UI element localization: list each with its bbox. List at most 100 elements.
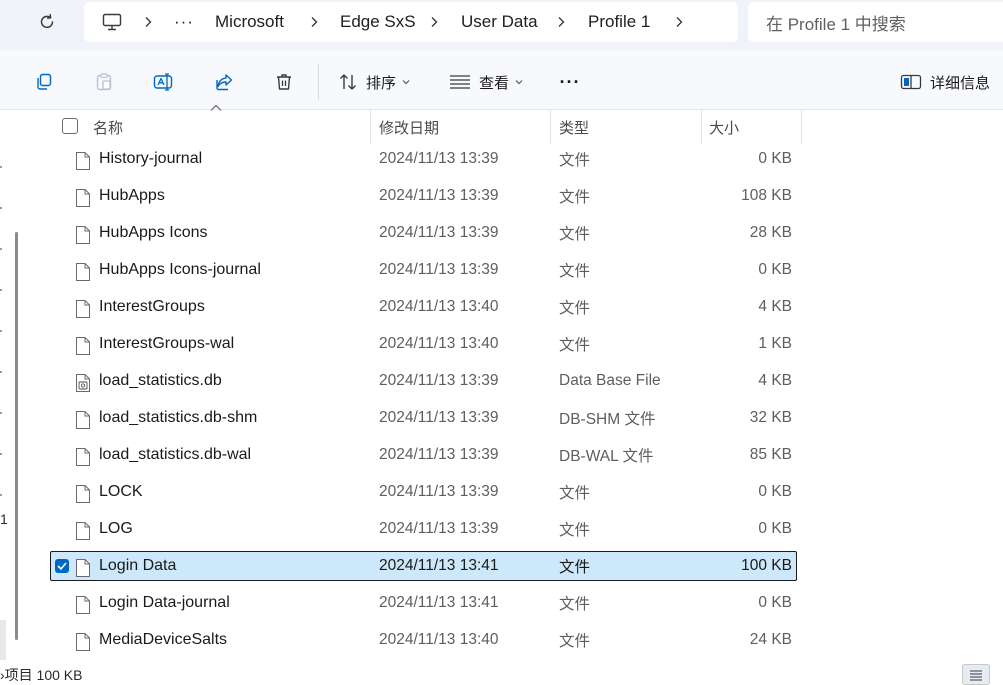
chevron-down-icon xyxy=(402,80,410,85)
file-name[interactable]: History-journal xyxy=(99,140,202,177)
view-button[interactable]: 查看 xyxy=(445,64,539,100)
column-divider[interactable] xyxy=(370,110,371,144)
file-row[interactable]: HubApps Icons-journal 2024/11/13 13:39 文件 0… xyxy=(0,255,1003,292)
file-modified: 2024/11/13 13:39 xyxy=(379,408,499,426)
file-size: 24 KB xyxy=(749,630,792,648)
details-view-icon xyxy=(970,669,982,681)
file-type: DB-SHM 文件 xyxy=(559,410,656,428)
file-row[interactable]: LOG 2024/11/13 13:39 文件 0 KB xyxy=(0,514,1003,551)
file-name[interactable]: load_statistics.db-wal xyxy=(99,436,251,473)
chevron-right-icon[interactable] xyxy=(144,2,152,42)
file-type: 文件 xyxy=(559,521,591,539)
file-size: 100 KB xyxy=(741,556,792,574)
column-modified[interactable]: 修改日期 xyxy=(379,110,539,144)
file-row[interactable]: Login Data-journal 2024/11/13 13:41 文件 0 KB xyxy=(0,588,1003,625)
column-divider[interactable] xyxy=(801,110,802,144)
file-row[interactable]: LOCK 2024/11/13 13:39 文件 0 KB xyxy=(0,477,1003,514)
file-row[interactable]: InterestGroups 2024/11/13 13:40 文件 4 KB xyxy=(0,292,1003,329)
more-options-button[interactable]: ··· xyxy=(553,64,587,100)
file-row[interactable]: InterestGroups-wal 2024/11/13 13:40 文件 1 KB xyxy=(0,329,1003,366)
file-type: 文件 xyxy=(559,225,591,243)
view-label: 查看 xyxy=(479,74,510,92)
details-pane-button[interactable]: 详细信息 xyxy=(900,64,1000,100)
file-type: DB-WAL 文件 xyxy=(559,447,654,465)
sort-icon xyxy=(340,74,356,90)
file-modified: 2024/11/13 13:40 xyxy=(379,334,499,352)
file-row[interactable]: HubApps Icons 2024/11/13 13:39 文件 28 KB xyxy=(0,218,1003,255)
copy-icon xyxy=(37,73,52,90)
file-row[interactable]: MediaDeviceSalts 2024/11/13 13:40 文件 24 KB xyxy=(0,625,1003,662)
file-type: 文件 xyxy=(559,336,591,354)
file-modified: 2024/11/13 13:39 xyxy=(379,445,499,463)
file-name[interactable]: LOG xyxy=(99,510,133,547)
column-type[interactable]: 类型 xyxy=(559,110,689,144)
breadcrumb-microsoft[interactable]: Microsoft xyxy=(215,2,284,42)
file-row[interactable]: Login Data 2024/11/13 13:41 文件 100 KB xyxy=(0,551,1003,588)
sort-button[interactable]: 排序 xyxy=(334,64,428,100)
file-row[interactable]: load_statistics.db 2024/11/13 13:39 Data B… xyxy=(0,366,1003,403)
file-size: 0 KB xyxy=(758,482,792,500)
file-row[interactable]: load_statistics.db-shm 2024/11/13 13:39 DB… xyxy=(0,403,1003,440)
file-name[interactable]: HubApps Icons-journal xyxy=(99,251,261,288)
file-modified: 2024/11/13 13:41 xyxy=(379,593,499,611)
file-modified: 2024/11/13 13:39 xyxy=(379,260,499,278)
refresh-button[interactable] xyxy=(30,6,64,38)
share-button[interactable] xyxy=(208,64,240,100)
column-name[interactable]: 名称 xyxy=(93,110,363,144)
file-row[interactable]: HubApps 2024/11/13 13:39 文件 108 KB xyxy=(0,181,1003,218)
details-view-button[interactable] xyxy=(962,664,990,685)
file-row[interactable]: load_statistics.db-wal 2024/11/13 13:39 DB… xyxy=(0,440,1003,477)
breadcrumb-user-data[interactable]: User Data xyxy=(461,2,538,42)
view-list-icon xyxy=(450,75,470,89)
file-type: 文件 xyxy=(559,151,591,169)
file-name[interactable]: LOCK xyxy=(99,473,143,510)
copy-button[interactable] xyxy=(28,64,60,100)
column-divider[interactable] xyxy=(701,110,702,144)
details-pane-label: 详细信息 xyxy=(930,74,991,92)
search-input[interactable]: 在 Profile 1 中搜索 xyxy=(748,2,1003,42)
file-icon xyxy=(75,410,91,430)
status-text: ›项目 100 KB xyxy=(0,666,83,683)
file-icon xyxy=(75,632,91,652)
file-modified: 2024/11/13 13:39 xyxy=(379,371,499,389)
file-modified: 2024/11/13 13:39 xyxy=(379,149,499,167)
trash-icon xyxy=(277,74,291,90)
paste-button[interactable] xyxy=(88,64,120,100)
file-row[interactable]: History-journal 2024/11/13 13:39 文件 0 KB xyxy=(0,144,1003,181)
file-name[interactable]: HubApps xyxy=(99,177,165,214)
file-type: Data Base File xyxy=(559,371,661,389)
file-size: 0 KB xyxy=(758,260,792,278)
chevron-right-icon[interactable] xyxy=(310,2,318,42)
paste-icon xyxy=(96,73,112,91)
rename-button[interactable] xyxy=(148,64,180,100)
file-name[interactable]: InterestGroups xyxy=(99,288,205,325)
breadcrumb-edge-sxs[interactable]: Edge SxS xyxy=(340,2,416,42)
file-type: 文件 xyxy=(559,188,591,206)
file-name[interactable]: Login Data-journal xyxy=(99,584,230,621)
share-icon xyxy=(216,74,233,91)
this-pc-button[interactable] xyxy=(102,2,122,42)
file-name[interactable]: HubApps Icons xyxy=(99,214,208,251)
file-name[interactable]: MediaDeviceSalts xyxy=(99,621,227,658)
column-size[interactable]: 大小 xyxy=(709,110,794,144)
column-divider[interactable] xyxy=(550,110,551,144)
chevron-right-icon[interactable] xyxy=(675,2,683,42)
file-name[interactable]: load_statistics.db-shm xyxy=(99,399,257,436)
chevron-right-icon[interactable] xyxy=(557,2,565,42)
file-icon xyxy=(75,558,91,578)
file-icon xyxy=(75,262,91,282)
select-all-checkbox[interactable] xyxy=(62,118,78,134)
breadcrumb-overflow-button[interactable]: ··· xyxy=(174,2,194,42)
delete-button[interactable] xyxy=(268,64,300,100)
column-header: 名称 修改日期 类型 大小 xyxy=(0,110,1003,144)
file-name[interactable]: Login Data xyxy=(99,547,176,584)
file-icon xyxy=(75,595,91,615)
file-size: 32 KB xyxy=(749,408,792,426)
chevron-right-icon[interactable] xyxy=(430,2,438,42)
row-checkbox-checked[interactable] xyxy=(55,559,69,573)
file-icon xyxy=(75,151,91,171)
breadcrumb-profile-1[interactable]: Profile 1 xyxy=(588,2,650,42)
file-name[interactable]: InterestGroups-wal xyxy=(99,325,234,362)
file-name[interactable]: load_statistics.db xyxy=(99,362,222,399)
file-modified: 2024/11/13 13:40 xyxy=(379,630,499,648)
